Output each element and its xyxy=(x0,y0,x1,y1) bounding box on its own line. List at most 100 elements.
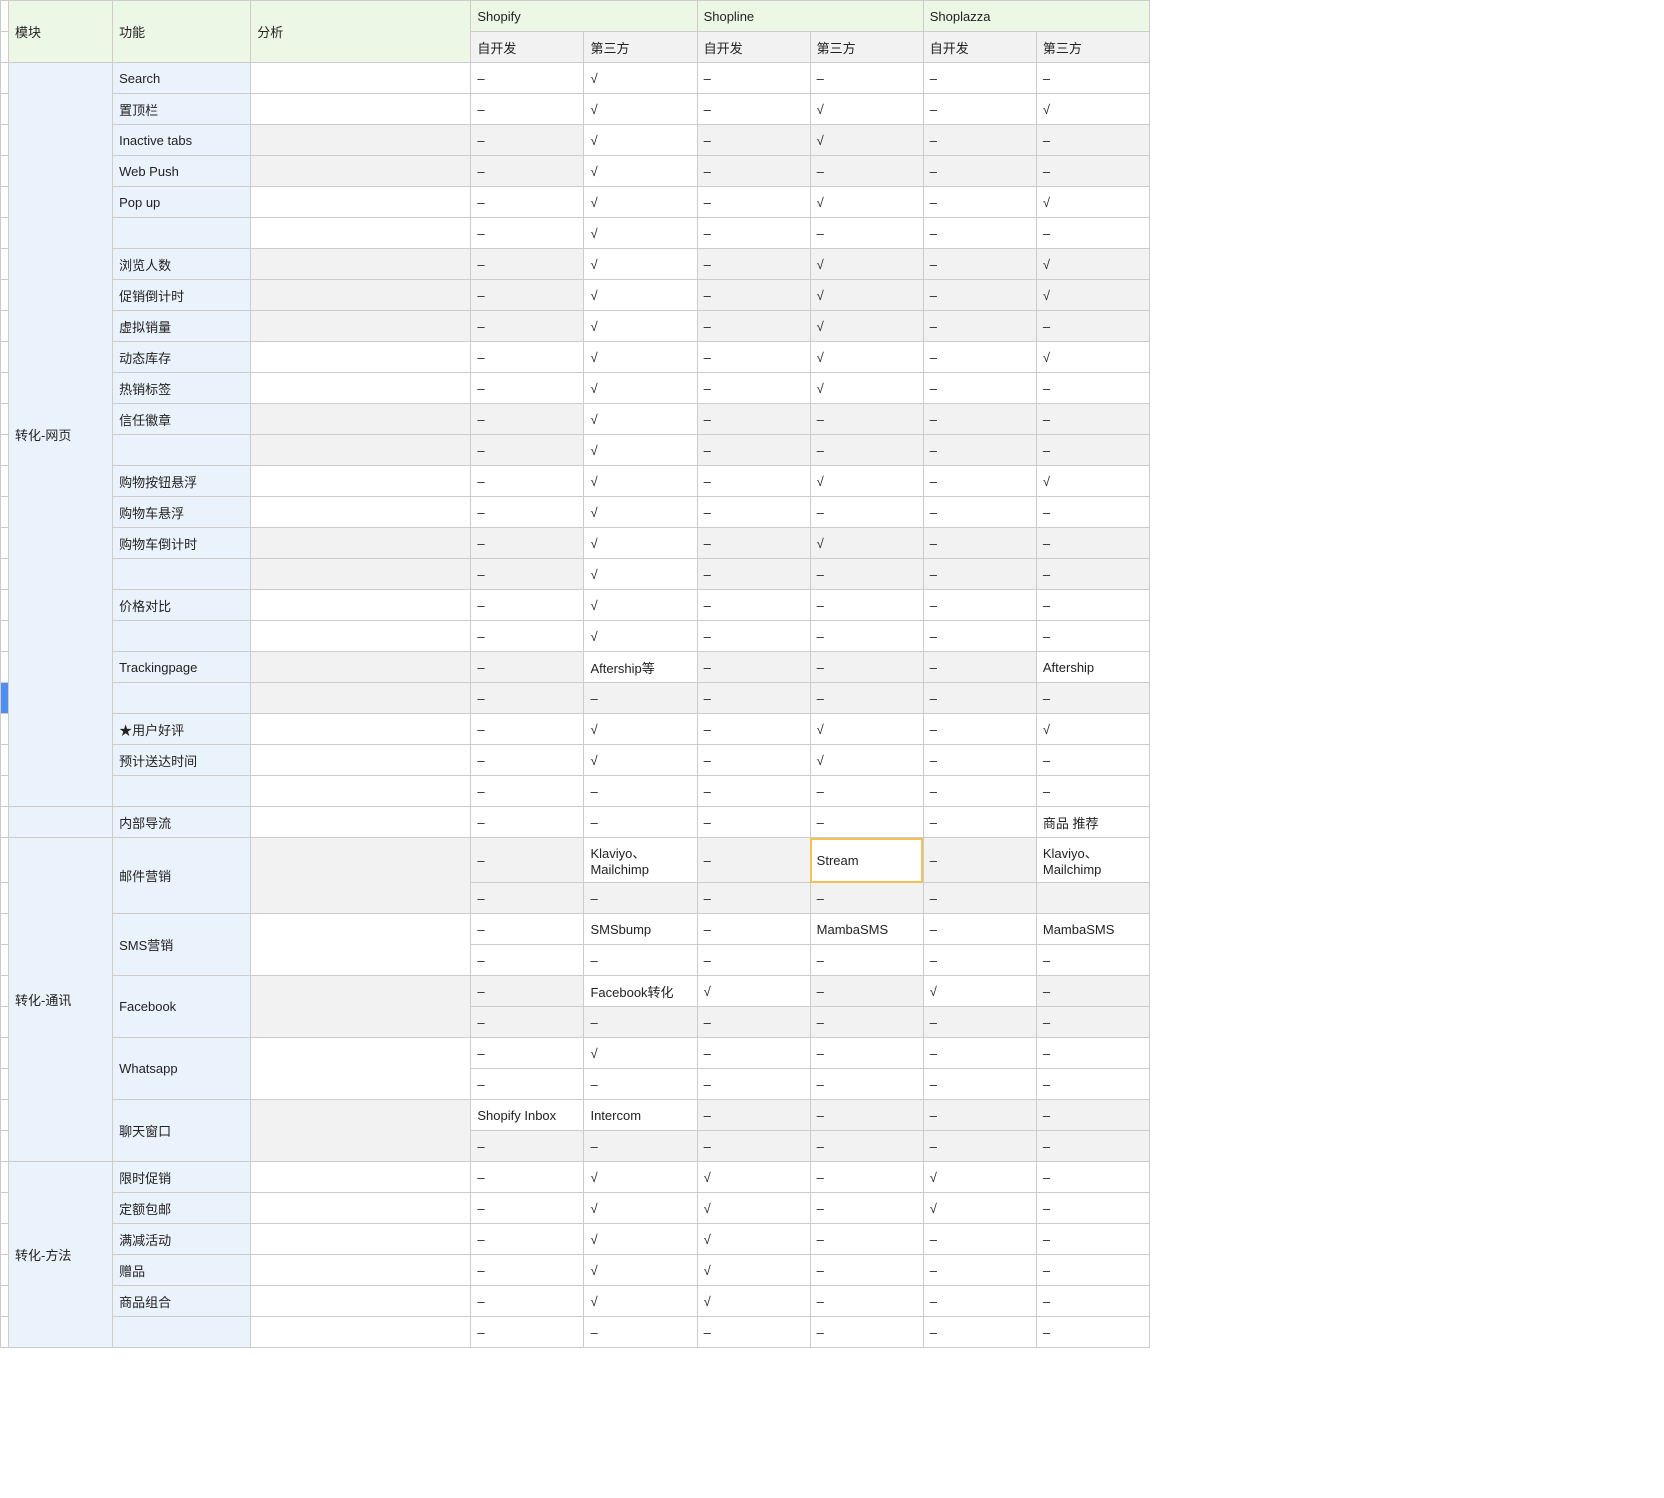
data-cell[interactable]: – xyxy=(923,621,1036,652)
data-cell[interactable]: – xyxy=(697,311,810,342)
data-cell[interactable]: – xyxy=(923,218,1036,249)
data-cell[interactable]: √ xyxy=(584,218,697,249)
analysis-cell[interactable] xyxy=(251,156,471,187)
data-cell[interactable]: – xyxy=(923,1038,1036,1069)
data-cell[interactable]: – xyxy=(923,1317,1036,1348)
data-cell[interactable]: √ xyxy=(810,373,923,404)
data-cell[interactable]: – xyxy=(923,187,1036,218)
data-cell[interactable]: – xyxy=(471,311,584,342)
data-cell[interactable]: – xyxy=(923,528,1036,559)
data-cell[interactable]: – xyxy=(1036,156,1149,187)
data-cell[interactable]: – xyxy=(471,914,584,945)
data-cell[interactable]: – xyxy=(697,807,810,838)
data-cell[interactable]: – xyxy=(697,883,810,914)
header-shopline-self[interactable]: 自开发 xyxy=(697,32,810,63)
data-cell[interactable]: – xyxy=(584,1131,697,1162)
func-cell[interactable] xyxy=(113,776,251,807)
data-cell[interactable]: – xyxy=(697,838,810,883)
func-cell[interactable]: Web Push xyxy=(113,156,251,187)
data-cell[interactable]: – xyxy=(697,187,810,218)
data-cell[interactable]: – xyxy=(1036,404,1149,435)
data-cell[interactable]: – xyxy=(471,466,584,497)
data-cell[interactable]: √ xyxy=(810,745,923,776)
header-shopline-third[interactable]: 第三方 xyxy=(810,32,923,63)
data-cell[interactable]: – xyxy=(1036,1162,1149,1193)
data-cell[interactable]: √ xyxy=(810,187,923,218)
data-cell[interactable]: – xyxy=(584,1317,697,1348)
data-cell[interactable]: √ xyxy=(584,404,697,435)
data-cell[interactable]: – xyxy=(697,945,810,976)
func-cell[interactable]: Inactive tabs xyxy=(113,125,251,156)
func-cell[interactable]: ★用户好评 xyxy=(113,714,251,745)
func-cell[interactable]: 动态库存 xyxy=(113,342,251,373)
data-cell[interactable]: √ xyxy=(810,466,923,497)
analysis-cell[interactable] xyxy=(251,187,471,218)
data-cell[interactable]: √ xyxy=(697,1255,810,1286)
module-comm[interactable]: 转化-通讯 xyxy=(9,838,113,1162)
data-cell[interactable]: √ xyxy=(584,497,697,528)
data-cell[interactable]: – xyxy=(923,156,1036,187)
data-cell[interactable]: – xyxy=(471,807,584,838)
data-cell[interactable]: – xyxy=(923,807,1036,838)
func-cell[interactable]: 热销标签 xyxy=(113,373,251,404)
data-cell[interactable]: – xyxy=(471,1224,584,1255)
data-cell[interactable]: – xyxy=(697,1131,810,1162)
data-cell[interactable]: – xyxy=(697,342,810,373)
header-shopify-third[interactable]: 第三方 xyxy=(584,32,697,63)
analysis-cell[interactable] xyxy=(251,1193,471,1224)
analysis-cell[interactable] xyxy=(251,776,471,807)
data-cell[interactable]: – xyxy=(471,976,584,1007)
data-cell[interactable]: – xyxy=(584,776,697,807)
data-cell[interactable]: – xyxy=(697,466,810,497)
data-cell[interactable]: – xyxy=(697,914,810,945)
data-cell[interactable]: – xyxy=(471,156,584,187)
data-cell[interactable]: – xyxy=(697,714,810,745)
data-cell[interactable]: – xyxy=(697,1038,810,1069)
data-cell[interactable]: √ xyxy=(584,311,697,342)
analysis-cell[interactable] xyxy=(251,838,471,914)
data-cell[interactable]: – xyxy=(923,497,1036,528)
analysis-cell[interactable] xyxy=(251,914,471,976)
func-cell[interactable]: 限时促销 xyxy=(113,1162,251,1193)
data-cell[interactable]: – xyxy=(471,373,584,404)
analysis-cell[interactable] xyxy=(251,745,471,776)
data-cell[interactable]: – xyxy=(810,945,923,976)
data-cell[interactable]: – xyxy=(810,63,923,94)
func-cell[interactable]: 内部导流 xyxy=(113,807,251,838)
data-cell[interactable]: Klaviyo、Mailchimp xyxy=(1036,838,1149,883)
data-cell[interactable]: – xyxy=(1036,590,1149,621)
analysis-cell[interactable] xyxy=(251,976,471,1038)
data-cell[interactable]: Shopify Inbox xyxy=(471,1100,584,1131)
header-func[interactable]: 功能 xyxy=(113,1,251,63)
func-cell[interactable]: 价格对比 xyxy=(113,590,251,621)
data-cell[interactable]: √ xyxy=(810,280,923,311)
data-cell[interactable]: √ xyxy=(1036,466,1149,497)
data-cell[interactable]: – xyxy=(1036,1193,1149,1224)
data-cell[interactable]: – xyxy=(810,1317,923,1348)
data-cell[interactable]: – xyxy=(697,683,810,714)
data-cell[interactable]: √ xyxy=(584,1286,697,1317)
data-cell[interactable]: – xyxy=(471,528,584,559)
data-cell[interactable]: √ xyxy=(584,1255,697,1286)
header-analysis[interactable]: 分析 xyxy=(251,1,471,63)
data-cell[interactable]: – xyxy=(471,1069,584,1100)
data-cell[interactable]: √ xyxy=(584,373,697,404)
data-cell[interactable]: – xyxy=(471,945,584,976)
data-cell[interactable]: – xyxy=(471,559,584,590)
data-cell[interactable]: – xyxy=(810,683,923,714)
data-cell[interactable]: – xyxy=(697,528,810,559)
data-cell[interactable]: – xyxy=(471,838,584,883)
data-cell[interactable]: – xyxy=(471,342,584,373)
data-cell[interactable]: – xyxy=(810,497,923,528)
data-cell[interactable]: – xyxy=(471,218,584,249)
func-cell[interactable]: 浏览人数 xyxy=(113,249,251,280)
data-cell[interactable]: – xyxy=(471,63,584,94)
analysis-cell[interactable] xyxy=(251,528,471,559)
data-cell[interactable]: √ xyxy=(584,466,697,497)
analysis-cell[interactable] xyxy=(251,714,471,745)
data-cell[interactable]: – xyxy=(697,125,810,156)
data-cell[interactable]: √ xyxy=(810,311,923,342)
data-cell[interactable]: √ xyxy=(584,125,697,156)
data-cell[interactable]: – xyxy=(923,1224,1036,1255)
func-cell[interactable]: 商品组合 xyxy=(113,1286,251,1317)
